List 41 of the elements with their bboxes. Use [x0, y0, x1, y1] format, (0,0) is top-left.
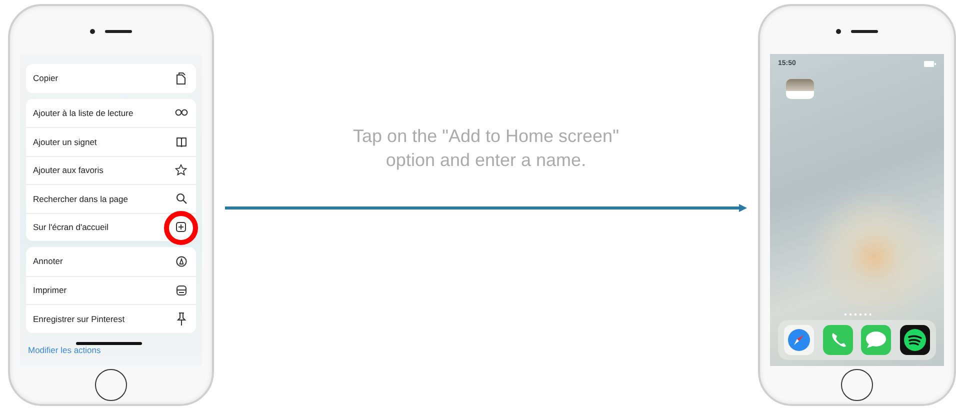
speaker-slot: [851, 30, 878, 32]
menu-item-label: Enregistrer sur Pinterest: [33, 314, 125, 324]
menu-item-label: Ajouter aux favoris: [33, 165, 104, 176]
home-button[interactable]: [95, 369, 127, 401]
search-icon: [176, 193, 186, 204]
phone-app-icon[interactable]: [822, 325, 853, 355]
instruction-caption: Tap on the "Add to Home screen" option and enter a name.: [352, 125, 620, 172]
page-dots: [843, 313, 871, 316]
menu-item[interactable]: Copier: [26, 64, 196, 92]
pushpin-icon: [176, 312, 186, 326]
star-icon: [175, 164, 187, 176]
menu-item[interactable]: Ajouter aux favoris: [26, 156, 196, 184]
menu-item-label: Annoter: [33, 256, 63, 266]
menu-item[interactable]: Imprimer: [26, 276, 196, 304]
menu-item-label: Imprimer: [33, 285, 67, 296]
menu-item[interactable]: Rechercher dans la page: [26, 184, 196, 212]
menu-item-label: Ajouter un signet: [33, 136, 97, 147]
add-square-icon: [176, 222, 186, 232]
menu-item-label: Sur l'écran d'accueil: [33, 222, 109, 232]
menu-item[interactable]: Ajouter un signet: [26, 127, 196, 156]
speaker-slot: [105, 30, 132, 32]
menu-item-label: Rechercher dans la page: [33, 194, 128, 204]
camera-dot: [90, 28, 95, 34]
home-button[interactable]: [841, 369, 873, 401]
battery-icon: [924, 60, 936, 66]
printer-icon: [176, 284, 186, 296]
camera-dot: [836, 28, 841, 34]
copy-icon: [176, 72, 186, 85]
music-app-icon[interactable]: [900, 325, 930, 355]
menu-item-label: Ajouter à la liste de lecture: [33, 108, 134, 118]
pen-circle-icon: [176, 256, 186, 267]
compass-app-icon[interactable]: [784, 325, 814, 355]
chat-bubble-app-icon[interactable]: [861, 325, 892, 355]
app-icon[interactable]: [786, 79, 814, 99]
menu-item[interactable]: Annoter: [26, 247, 196, 276]
book-icon: [176, 136, 186, 147]
menu-item[interactable]: Ajouter à la liste de lecture: [26, 98, 196, 127]
glasses-icon: [174, 109, 188, 116]
home-indicator: [76, 342, 142, 344]
menu-item[interactable]: Enregistrer sur Pinterest: [26, 304, 196, 332]
menu-item-label: Copier: [33, 73, 58, 84]
